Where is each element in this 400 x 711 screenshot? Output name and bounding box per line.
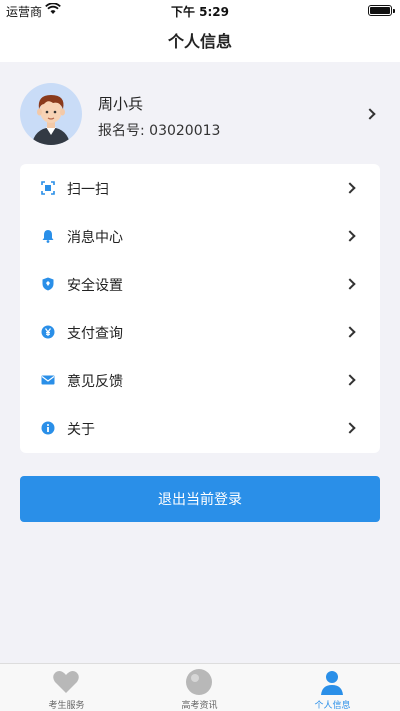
tab-bar: 考生服务 高考资讯 个人信息 [0, 663, 400, 711]
battery-icon [368, 5, 395, 16]
logout-button[interactable]: 退出当前登录 [20, 476, 380, 522]
scan-icon [41, 181, 55, 195]
menu-item-label: 意见反馈 [67, 374, 123, 390]
menu-item-about[interactable]: 关于 [20, 404, 380, 452]
menu-item-label: 消息中心 [67, 230, 123, 246]
registration-number-value: 03020013 [149, 123, 221, 139]
shield-icon [42, 277, 54, 291]
menu-item-scan[interactable]: 扫一扫 [20, 164, 380, 212]
bell-icon [42, 230, 54, 243]
menu-item-label: 安全设置 [67, 278, 123, 294]
page-title: 个人信息 [167, 32, 232, 51]
chevron-right-icon [344, 374, 356, 386]
avatar-illustration [32, 95, 70, 145]
info-icon [41, 421, 55, 435]
chevron-right-icon [344, 278, 356, 290]
tab-student-services[interactable]: 考生服务 [0, 664, 133, 711]
profile-row[interactable]: 周小兵 报名号: 03020013 [0, 75, 400, 153]
tab-personal-info[interactable]: 个人信息 [266, 664, 399, 711]
menu-item-security[interactable]: 安全设置 [20, 260, 380, 308]
clock: 下午 5:29 [170, 5, 230, 19]
registration-number: 报名号: 03020013 [98, 120, 220, 140]
heart-icon [53, 671, 79, 693]
menu-item-label: 关于 [67, 422, 95, 438]
registration-number-label: 报名号: [98, 123, 145, 139]
person-icon [321, 671, 343, 695]
menu-item-label: 扫一扫 [67, 182, 109, 198]
menu-item-feedback[interactable]: 意见反馈 [20, 356, 380, 404]
tab-label: 个人信息 [314, 701, 351, 711]
nav-bar: 个人信息 [0, 22, 400, 62]
mail-icon [41, 375, 55, 385]
profile-name: 周小兵 [98, 95, 144, 113]
tab-label: 考生服务 [48, 701, 85, 711]
menu-item-messages[interactable]: 消息中心 [20, 212, 380, 260]
tab-exam-news[interactable]: 高考资讯 [133, 664, 266, 711]
menu-item-label: 支付查询 [67, 326, 123, 342]
status-bar: 运营商 下午 5:29 [0, 0, 400, 22]
chevron-right-icon [344, 230, 356, 242]
menu-card: 扫一扫 消息中心 安全设置 支付查询 意见反馈 关于 [20, 164, 380, 453]
chevron-right-icon [344, 182, 356, 194]
yen-icon [41, 325, 55, 339]
chevron-right-icon [344, 326, 356, 338]
tab-label: 高考资讯 [181, 701, 218, 711]
globe-icon [186, 669, 212, 695]
avatar [20, 83, 82, 145]
chevron-right-icon [344, 422, 356, 434]
menu-item-payment[interactable]: 支付查询 [20, 308, 380, 356]
chevron-right-icon [364, 108, 376, 120]
